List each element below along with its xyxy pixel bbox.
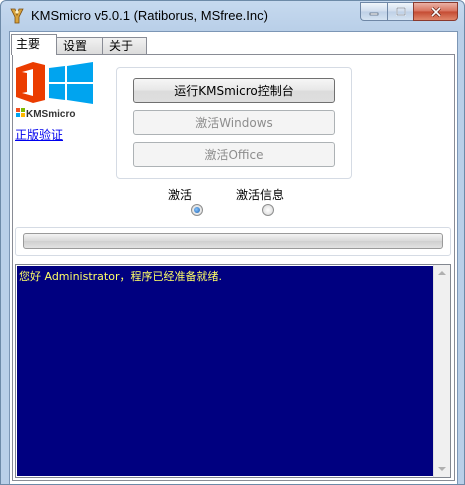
console-output[interactable]: 您好 Administrator，程序已经准备就绪. [17, 266, 433, 476]
tab-main[interactable]: 主要 [11, 34, 57, 55]
radio-info[interactable] [262, 204, 274, 216]
console-scrollbar[interactable] [433, 265, 450, 477]
close-icon [430, 6, 441, 17]
tab-settings[interactable]: 设置 [56, 37, 103, 55]
tab-about[interactable]: 关于 [102, 37, 147, 55]
progress-frame [15, 227, 451, 256]
tab-panel-main: KMSmicro 正版验证 运行KMSmicro控制台 激活Windows 激活… [12, 54, 455, 481]
logo: KMSmicro [15, 60, 95, 120]
progress-bar [23, 233, 443, 249]
verify-link[interactable]: 正版验证 [15, 126, 63, 143]
radio-info-label: 激活信息 [236, 188, 285, 202]
maximize-button[interactable] [387, 2, 413, 21]
activate-office-button[interactable]: 激活Office [133, 142, 335, 167]
scroll-up-icon[interactable] [438, 271, 446, 275]
run-console-button[interactable]: 运行KMSmicro控制台 [133, 78, 335, 103]
tab-strip: 主要 设置 关于 [11, 34, 147, 55]
app-window: KMSmicro v5.0.1 (Ratiborus, MSfree.Inc) … [0, 0, 465, 485]
scroll-down-icon[interactable] [438, 467, 446, 471]
title-bar[interactable]: KMSmicro v5.0.1 (Ratiborus, MSfree.Inc) [1, 1, 464, 31]
activate-windows-button[interactable]: 激活Windows [133, 110, 335, 135]
minimize-icon [369, 12, 379, 15]
radio-activate-label: 激活 [168, 188, 193, 202]
logo-brand-text: KMSmicro [26, 109, 75, 120]
client-area: 主要 设置 关于 KMSmicro 正版验证 运行KMSmicro控制台 激活W… [9, 31, 458, 484]
action-button-group: 运行KMSmicro控制台 激活Windows 激活Office [116, 67, 352, 179]
radio-activate[interactable] [191, 204, 203, 216]
app-icon [9, 7, 25, 25]
minimize-button[interactable] [360, 2, 387, 21]
office-windows-logo-icon: KMSmicro [16, 62, 93, 120]
caption-buttons [360, 2, 458, 21]
close-button[interactable] [413, 2, 458, 21]
maximize-icon [395, 7, 406, 16]
window-title: KMSmicro v5.0.1 (Ratiborus, MSfree.Inc) [31, 8, 268, 23]
console-box: 您好 Administrator，程序已经准备就绪. [15, 264, 451, 478]
